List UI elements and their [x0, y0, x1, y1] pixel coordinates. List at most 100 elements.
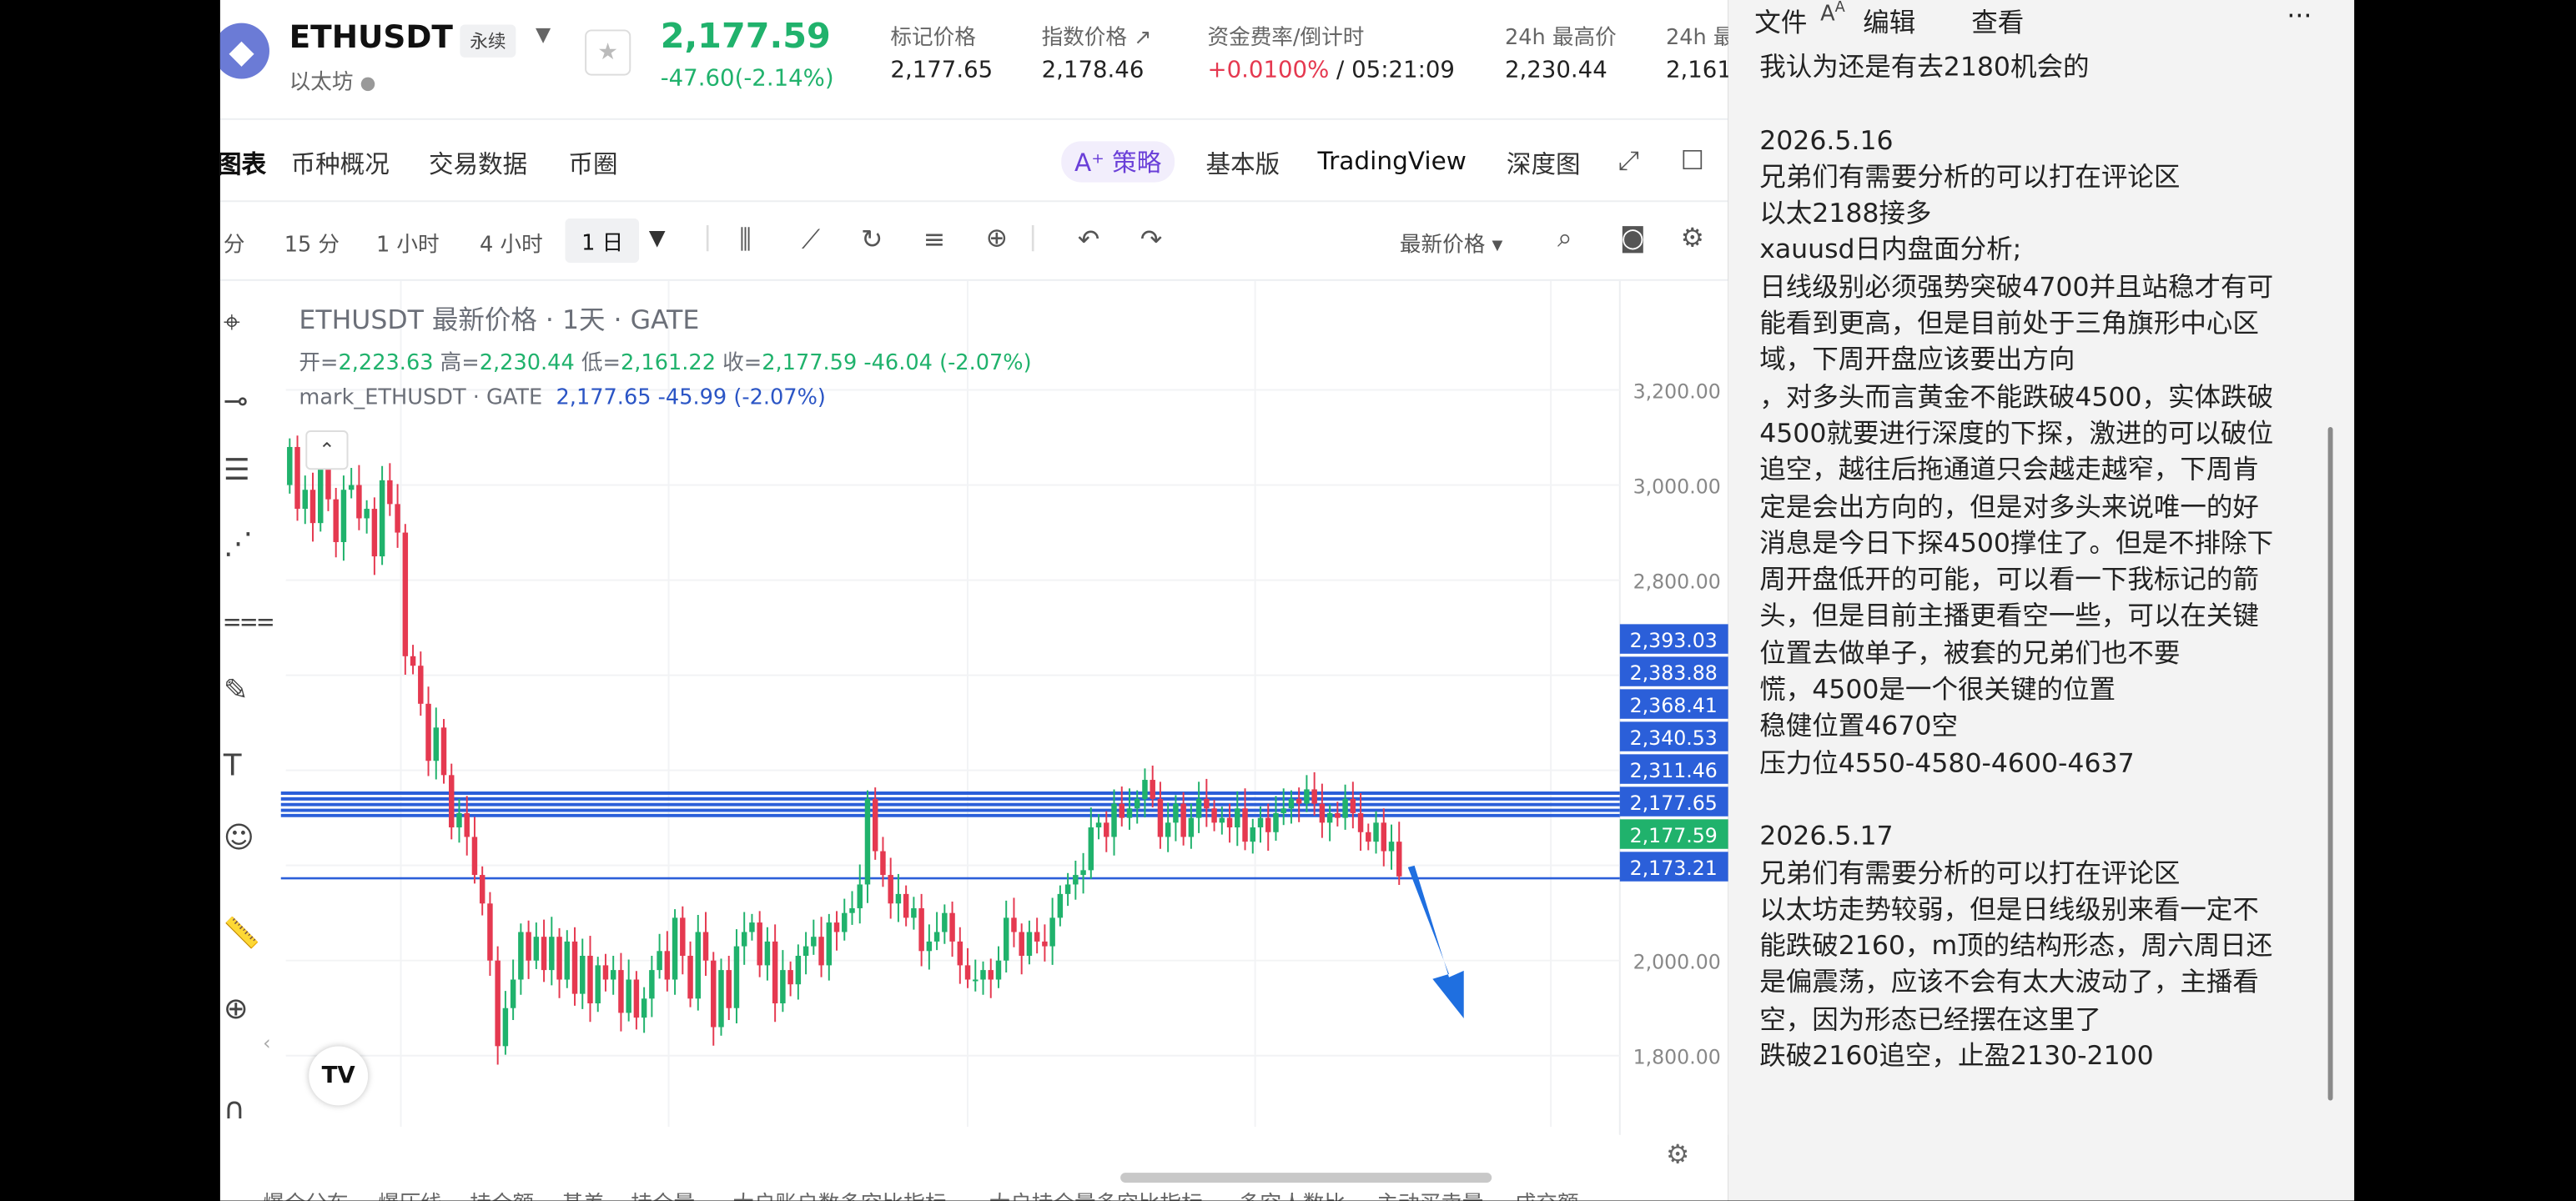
candle-body [1342, 798, 1348, 818]
candle-body [379, 480, 385, 557]
candle-body [802, 946, 809, 956]
symbol-dropdown-icon[interactable]: ▼ [536, 23, 551, 47]
candle-body [1373, 822, 1379, 842]
font-size-icon[interactable]: AA [1820, 0, 1845, 27]
camera-icon[interactable]: ◙ [1620, 222, 1646, 253]
templates-icon[interactable]: ≡ [923, 224, 945, 254]
tab-depth[interactable]: 深度图 [1507, 146, 1581, 180]
candle-body [1064, 884, 1071, 894]
horizontal-scrollbar[interactable] [1120, 1173, 1492, 1183]
candle-body [440, 727, 447, 776]
candle-body [1219, 817, 1225, 823]
tab-coin-circle[interactable]: 币圈 [568, 146, 617, 180]
indicator-tab[interactable]: 爆仓分布 [263, 1186, 348, 1201]
candle-body [1396, 842, 1402, 877]
candle-type-icon[interactable]: ⫼ [739, 224, 752, 256]
candle-body [410, 656, 416, 666]
indicator-tab[interactable]: 持仓额 [470, 1186, 534, 1201]
candle-body [287, 446, 293, 485]
tf-1d[interactable]: 1 日 [565, 218, 640, 264]
candle-body [456, 812, 462, 828]
candle-body [587, 955, 593, 1004]
candle-body [610, 970, 616, 980]
tradingview-logo-icon[interactable]: TV [309, 1046, 369, 1106]
mark-legend-value: 2,177.65 [556, 385, 652, 411]
candle-body [549, 937, 555, 971]
candle-body [526, 932, 531, 961]
note-line: 消息是今日下探4500撑住了。但是不排除下 [1759, 526, 2274, 559]
more-options-icon[interactable]: ··· [2287, 0, 2312, 31]
indicator-tab[interactable]: 成交额 [1515, 1186, 1579, 1201]
window-icon[interactable]: ☐ [1681, 144, 1704, 175]
tf-minute[interactable]: 分 [224, 227, 245, 259]
collapse-legend-button[interactable]: ⌃ [305, 430, 349, 470]
settings-gear-icon[interactable]: ⚙ [1681, 222, 1704, 253]
search-icon[interactable]: ⌕ [1557, 222, 1572, 254]
candle-body [309, 490, 316, 524]
tab-trade-data[interactable]: 交易数据 [429, 146, 527, 180]
note-line: 2026.5.17 [1759, 820, 1894, 852]
indicator-tab[interactable]: 基差 [562, 1186, 605, 1201]
candle-body [1111, 803, 1117, 837]
candle-body [857, 884, 863, 908]
candle-body [510, 979, 516, 1008]
notepad-scrollbar[interactable] [2327, 427, 2333, 1101]
candle-body [895, 893, 902, 904]
fullscreen-icon[interactable]: ⤢ [1618, 144, 1639, 177]
stat-label-index[interactable]: 指数价格 ↗ [1042, 20, 1152, 52]
indicator-tab[interactable]: 爆压线 [378, 1186, 442, 1201]
indicator-tab[interactable]: 大户账户数多空比指标 [732, 1186, 946, 1201]
tabs-divider [219, 200, 1728, 203]
screen: ◆ ETHUSDT 永续 ▼ 以太坊 ● ★ 2,177.59 -47.60(-… [0, 0, 2576, 1201]
menu-view[interactable]: 查看 [1971, 0, 2024, 39]
candle-body [356, 485, 362, 519]
price-type-select[interactable]: 最新价格 ▾ [1400, 227, 1502, 259]
tf-1h[interactable]: 1 小时 [376, 227, 440, 259]
tf-dropdown-icon[interactable]: ▼ [649, 227, 666, 252]
notepad-text-area[interactable]: 我认为还是有去2180机会的 2026.5.16 兄弟们有需要分析的可以打在评论区以… [1759, 49, 2318, 1075]
add-indicator-icon[interactable]: ⊕ [986, 222, 1008, 253]
candle-body [502, 1008, 509, 1047]
tab-overview[interactable]: 币种概况 [291, 146, 390, 180]
tf-4h[interactable]: 4 小时 [480, 227, 543, 259]
mark-legend-label: mark_ETHUSDT · GATE [299, 385, 543, 411]
tab-chart[interactable]: 图表 [220, 146, 266, 180]
candle-body [1073, 875, 1079, 885]
candle-body [402, 532, 409, 656]
stat-label-mark: 标记价格 [890, 26, 976, 52]
candle-body [664, 951, 671, 980]
candle-body [949, 912, 955, 942]
candle-body [964, 965, 971, 980]
stat-label-funding: 资金费率/倒计时 [1207, 26, 1365, 52]
indicator-tab[interactable]: 持仓量 [631, 1186, 695, 1201]
chart-settings-icon[interactable]: ⚙ [1666, 1138, 1689, 1169]
replay-icon[interactable]: ↻ [861, 224, 883, 254]
candle-body [980, 970, 986, 980]
symbol-name[interactable]: ETHUSDT [289, 20, 453, 56]
menu-edit[interactable]: 编辑 [1863, 0, 1915, 39]
candle-body [348, 485, 355, 490]
candle-body [1042, 941, 1048, 947]
candle-body [1188, 817, 1195, 837]
tab-tradingview[interactable]: TradingView [1317, 146, 1467, 175]
indicator-tab[interactable]: 主动买卖量 [1376, 1186, 1483, 1201]
tf-15m[interactable]: 15 分 [284, 227, 340, 259]
indicators-icon[interactable]: ⟋ [802, 224, 820, 256]
indicator-tab[interactable]: 大户持仓量多空比指标 [989, 1186, 1203, 1201]
note-line: 跌破2160追空，止盈2130-2100 [1759, 1039, 2154, 1072]
divider-icon: | [702, 219, 712, 252]
candle-body [595, 965, 601, 1004]
funding-countdown: / 05:21:09 [1329, 57, 1455, 84]
undo-icon[interactable]: ↶ [1078, 224, 1099, 254]
indicator-tab[interactable]: 多空人数比 [1239, 1186, 1346, 1201]
candle-body [880, 851, 886, 876]
menu-file[interactable]: 文件 [1754, 0, 1807, 39]
redo-icon[interactable]: ↷ [1140, 224, 1162, 254]
info-icon[interactable]: ● [360, 73, 376, 94]
note-line: 追空，越往后拖通道只会越走越窄，下周肯 [1759, 454, 2259, 485]
candle-body [294, 446, 300, 510]
tab-basic[interactable]: 基本版 [1206, 146, 1280, 180]
candle-body [495, 960, 501, 1047]
tab-strategy[interactable]: A⁺ 策略 [1061, 141, 1175, 183]
favorite-star-icon[interactable]: ★ [585, 29, 631, 76]
